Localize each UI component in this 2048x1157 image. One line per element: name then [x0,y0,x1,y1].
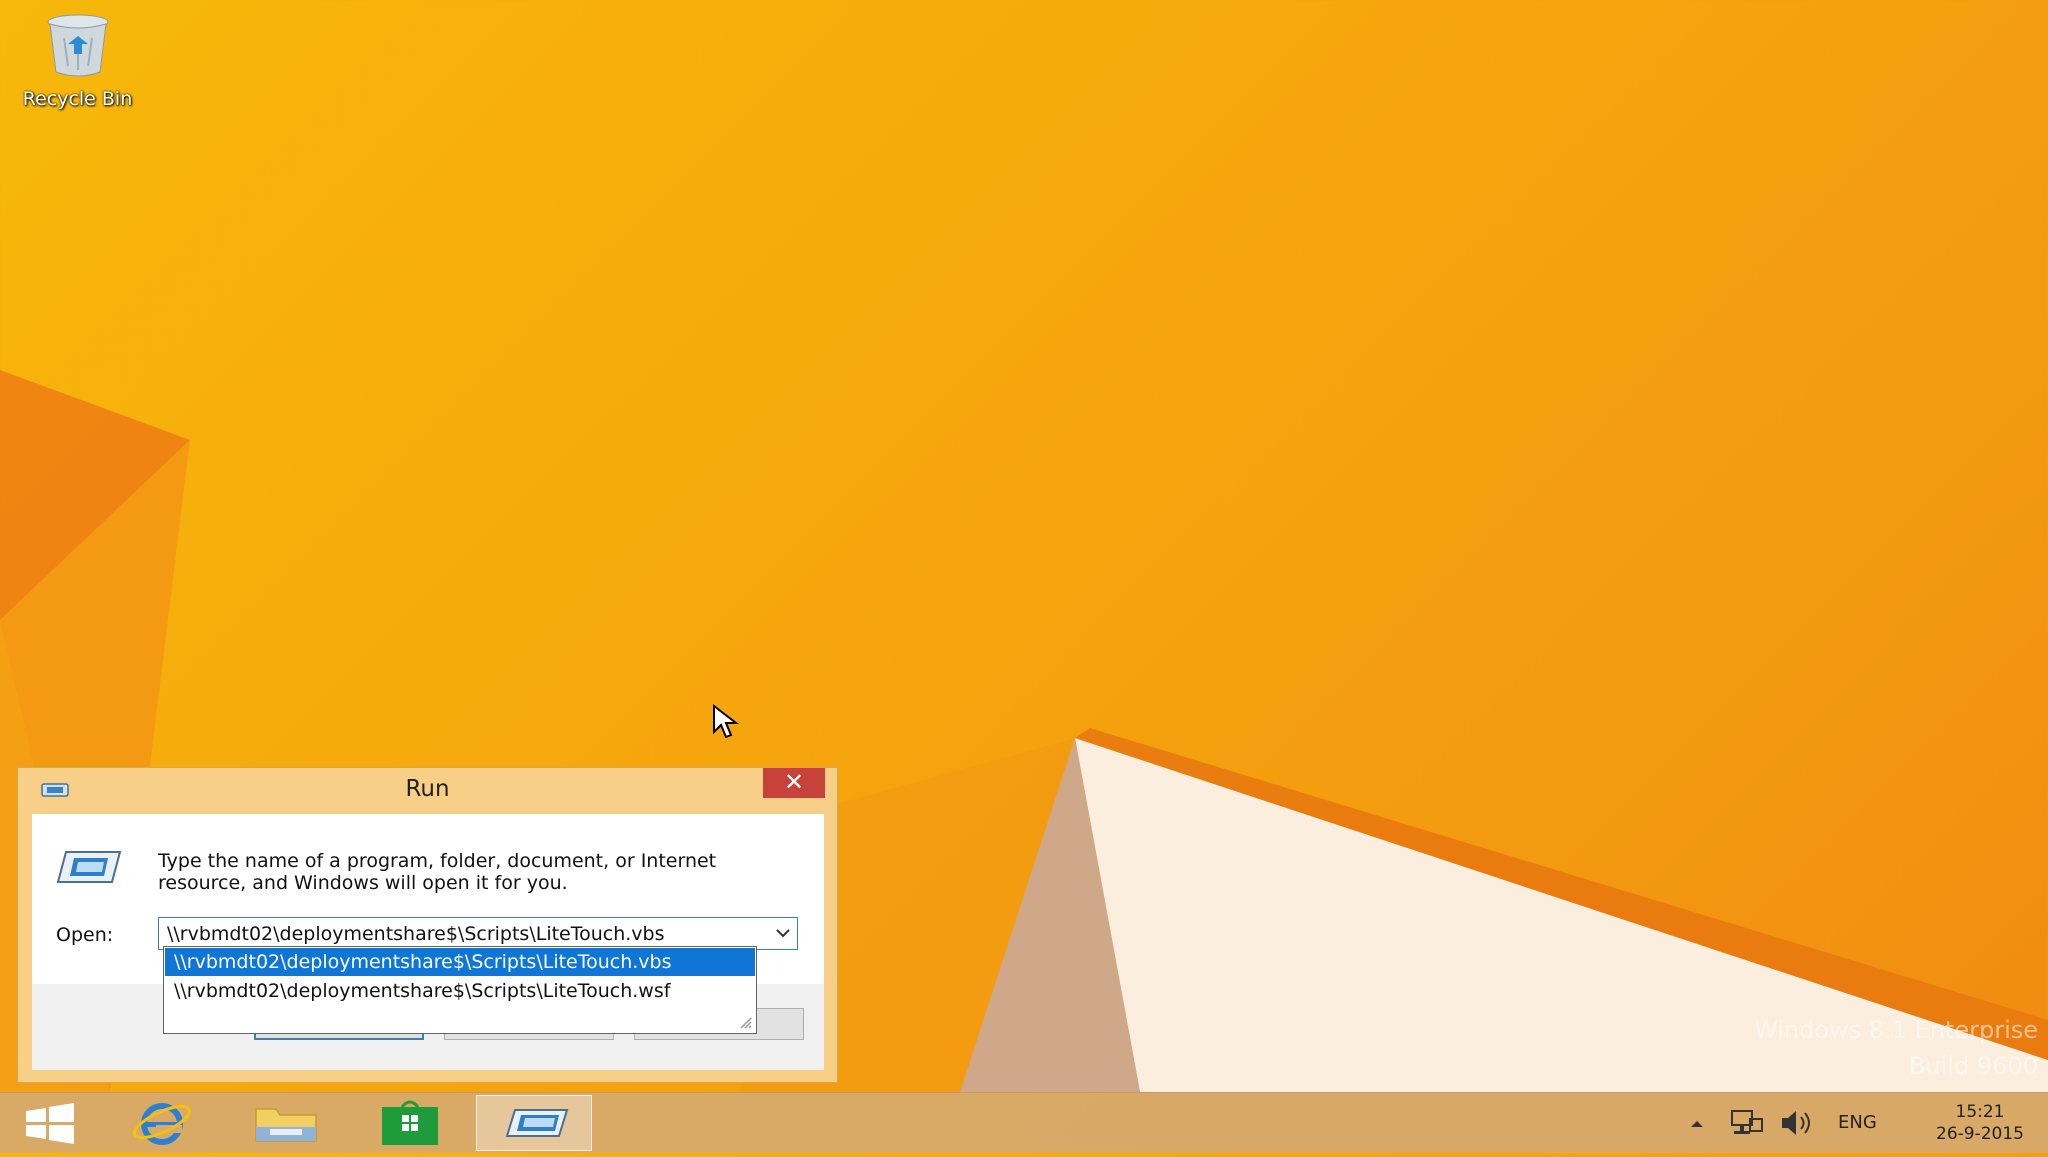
run-instructions: Type the name of a program, folder, docu… [158,850,717,894]
taskbar-internet-explorer[interactable] [116,1093,208,1153]
autocomplete-dropdown[interactable]: \\rvbmdt02\deploymentshare$\Scripts\Lite… [163,946,757,1034]
open-input[interactable]: \\rvbmdt02\deploymentshare$\Scripts\Lite… [167,923,665,945]
taskbar: ENG 15:21 26-9-2015 [0,1092,2048,1153]
network-icon [1731,1110,1763,1134]
run-dialog-titlebar[interactable]: Run ✕ [18,768,837,812]
folder-icon [255,1108,317,1142]
dropdown-item-litetouch-wsf[interactable]: \\rvbmdt02\deploymentshare$\Scripts\Lite… [165,977,755,1005]
run-program-icon [56,851,122,883]
clock-time: 15:21 [1955,1102,2005,1122]
windows-watermark: Windows 8.1 Enterprise Build 9600 [1754,1012,2038,1084]
dropdown-item-litetouch-vbs[interactable]: \\rvbmdt02\deploymentshare$\Scripts\Lite… [165,948,755,976]
speaker-icon [1782,1111,1810,1135]
network-tray-button[interactable] [1726,1093,1766,1153]
clock-date: 26-9-2015 [1936,1124,2024,1144]
run-taskbar-icon [505,1109,569,1137]
store-icon [382,1100,438,1145]
show-hidden-icons-button[interactable] [1682,1093,1712,1153]
windows-logo-icon [26,1103,74,1144]
mouse-pointer-icon [713,704,739,739]
input-language-indicator[interactable]: ENG [1838,1112,1877,1133]
watermark-build: Build 9600 [1909,1052,2038,1080]
internet-explorer-icon [132,1103,192,1145]
resize-grip-icon[interactable] [737,1014,753,1030]
taskbar-store[interactable] [364,1093,456,1153]
taskbar-file-explorer[interactable] [240,1093,332,1153]
desktop-icon-recycle-bin[interactable]: Recycle Bin [10,8,145,110]
recycle-bin-icon [47,14,108,77]
start-button[interactable] [4,1093,96,1153]
desktop-icon-label: Recycle Bin [22,88,133,110]
run-dialog-title: Run [405,776,450,802]
close-icon: ✕ [783,768,805,796]
chevron-down-icon[interactable] [775,927,791,939]
run-dialog[interactable]: Run ✕ Type the name of a program, folder… [17,767,838,1083]
watermark-edition: Windows 8.1 Enterprise [1753,1016,2038,1044]
open-label: Open: [56,924,114,946]
taskbar-run[interactable] [476,1095,592,1151]
chevron-up-icon [1691,1121,1703,1127]
close-button[interactable]: ✕ [763,768,825,798]
clock[interactable]: 15:21 26-9-2015 [1936,1101,2024,1145]
volume-tray-button[interactable] [1776,1093,1816,1153]
